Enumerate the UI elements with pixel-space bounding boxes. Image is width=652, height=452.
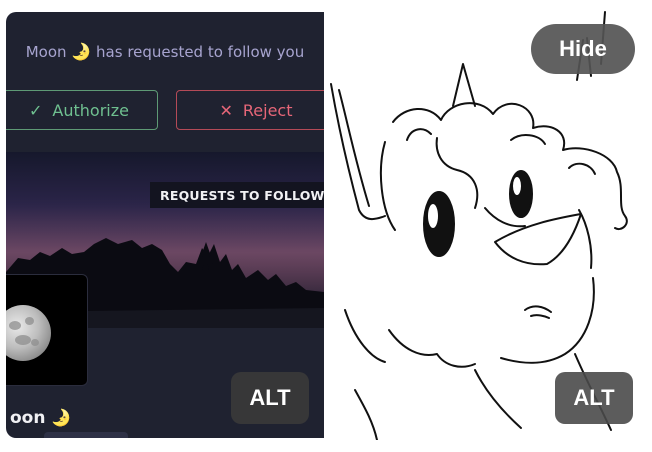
crescent-moon-icon: 🌛 [71, 42, 92, 61]
requester-name: Moon [25, 43, 67, 61]
alt-text-button[interactable]: ALT [231, 372, 309, 424]
follow-request-notice: Moon 🌛 has requested to follow you [6, 42, 324, 61]
requests-tooltip: REQUESTS TO FOLLOW Y [150, 182, 324, 208]
reject-label: Reject [242, 100, 293, 120]
alt-text-button[interactable]: ALT [555, 372, 633, 424]
profile-subtitle-placeholder [44, 432, 128, 438]
crescent-moon-icon: 🌛 [51, 408, 72, 427]
avatar[interactable] [6, 274, 88, 386]
close-icon: ✕ [219, 100, 233, 120]
profile-name-text: oon [10, 408, 46, 428]
authorize-label: Authorize [52, 100, 129, 120]
hide-button[interactable]: Hide [531, 24, 635, 74]
full-moon-image [6, 305, 51, 361]
reject-button[interactable]: ✕ Reject [176, 90, 324, 130]
profile-display-name: oon 🌛 [10, 408, 71, 428]
authorize-button[interactable]: ✓ Authorize [6, 90, 158, 130]
check-icon: ✓ [29, 100, 43, 120]
request-message: has requested to follow you [96, 43, 305, 61]
